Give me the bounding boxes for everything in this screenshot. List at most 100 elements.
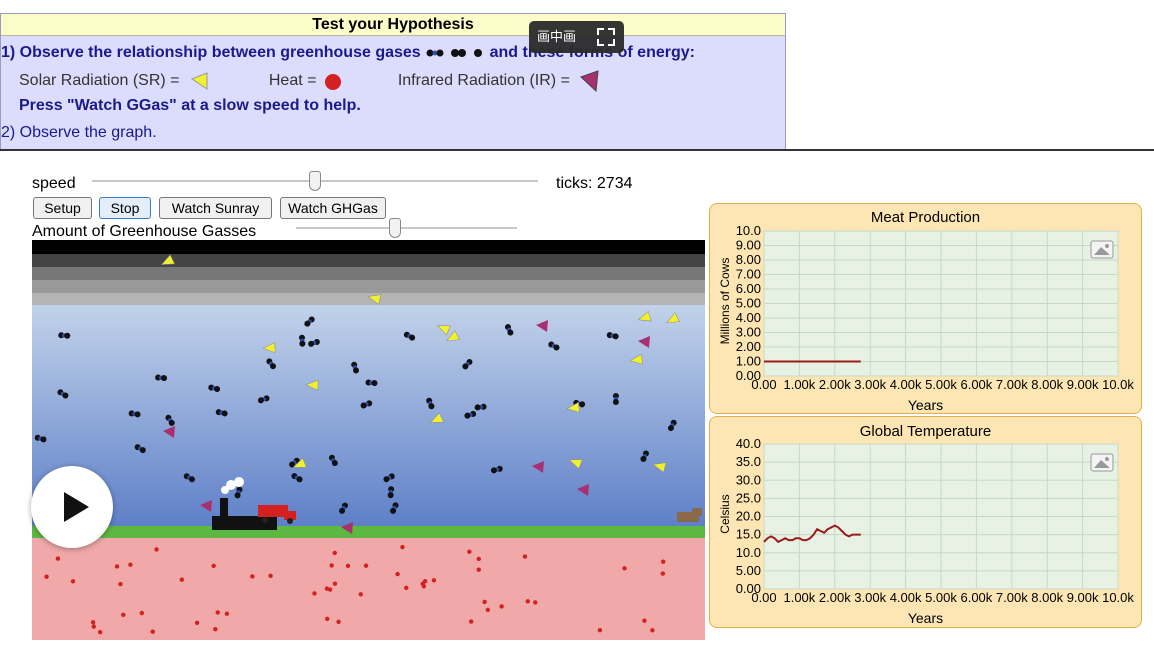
export-image-icon[interactable] xyxy=(1090,453,1114,472)
heat-particle xyxy=(268,573,273,579)
heat-particle xyxy=(179,577,185,582)
heat-particle xyxy=(97,629,103,635)
heat-label: Heat = xyxy=(268,72,317,90)
x-tick-label: 10.0k xyxy=(1102,377,1134,392)
hypothesis-panel: Test your Hypothesis 1) Observe the rela… xyxy=(0,13,786,150)
heat-particle xyxy=(525,599,531,604)
y-tick-label: 25.0 xyxy=(736,490,761,505)
global-temperature-xlabel: Years xyxy=(907,610,944,626)
heat-particle xyxy=(70,579,76,584)
heat-particle xyxy=(467,549,472,554)
y-tick-label: 20.0 xyxy=(736,509,761,524)
heat-particle xyxy=(404,585,409,591)
solar-radiation-label: Solar Radiation (SR) = xyxy=(19,72,180,90)
export-image-icon[interactable] xyxy=(1090,240,1114,259)
heat-particle xyxy=(128,562,133,567)
heat-particle xyxy=(91,624,96,629)
heat-particle xyxy=(336,619,341,624)
heat-particle xyxy=(118,581,123,587)
heat-particle xyxy=(642,618,647,623)
setup-button[interactable]: Setup xyxy=(33,197,92,219)
heat-particle xyxy=(250,574,255,579)
play-icon xyxy=(64,492,89,522)
heat-particle xyxy=(469,619,474,624)
heat-particle xyxy=(345,563,351,568)
meat-production-plot: Meat Production Millions of Cows 0.00 1.0… xyxy=(709,203,1142,414)
instruction-line-2: 2) Observe the graph. xyxy=(1,124,157,141)
heat-particle xyxy=(213,626,218,632)
x-tick-label: 10.0k xyxy=(1102,590,1134,605)
greenhouse-gas-molecule xyxy=(612,393,619,405)
heat-particle xyxy=(55,556,61,561)
heat-particle xyxy=(485,607,491,613)
greenhouse-slider[interactable] xyxy=(296,227,517,229)
heat-particle xyxy=(211,563,216,569)
y-tick-label: 10.0 xyxy=(736,223,761,238)
y-tick-label: 30.0 xyxy=(736,472,761,487)
heat-particle xyxy=(90,620,96,625)
infrared-radiation-label: Infrared Radiation (IR) = xyxy=(397,72,570,90)
y-tick-label: 35.0 xyxy=(736,454,761,469)
heat-particle xyxy=(363,563,369,568)
x-tick-label: 4.00k xyxy=(890,377,922,392)
x-tick-label: 8.00k xyxy=(1031,590,1063,605)
stop-button[interactable]: Stop xyxy=(99,197,151,219)
picture-in-picture-button[interactable]: 画中画 xyxy=(529,21,624,53)
x-tick-label: 2.00k xyxy=(819,590,851,605)
y-tick-label: 0.00 xyxy=(736,368,761,383)
pip-label: 画中画 xyxy=(537,29,577,44)
heat-particle xyxy=(395,571,400,577)
infrared-radiation-icon xyxy=(580,70,599,93)
speed-slider-thumb[interactable] xyxy=(309,171,321,191)
heat-particle xyxy=(224,611,230,616)
heat-particle xyxy=(476,567,481,572)
x-tick-label: 1.00k xyxy=(783,590,815,605)
global-temperature-chart: 0.00 1.00k 2.00k 3.00k 4.00k 5.00k 6.00k 7.00k 8… xyxy=(736,436,1135,605)
x-tick-label: 5.00k xyxy=(925,377,957,392)
x-tick-label: 3.00k xyxy=(854,590,886,605)
meat-production-xlabel: Years xyxy=(907,397,944,413)
heat-particle xyxy=(499,604,504,609)
x-tick-label: 9.00k xyxy=(1067,590,1099,605)
heat-particle xyxy=(114,564,120,569)
y-tick-label: 5.00 xyxy=(736,296,761,311)
y-tick-label: 8.00 xyxy=(736,252,761,267)
y-tick-label: 1.00 xyxy=(736,354,761,369)
x-tick-label: 1.00k xyxy=(783,377,815,392)
heat-particle xyxy=(431,578,437,583)
heat-particle xyxy=(215,610,220,615)
x-tick-label: 6.00k xyxy=(960,590,992,605)
heat-particle xyxy=(421,584,427,589)
greenhouse-slider-thumb[interactable] xyxy=(389,218,402,238)
greenhouse-slider-label: Amount of Greenhouse Gasses xyxy=(32,223,257,240)
watch-ghgas-button[interactable]: Watch GHGas xyxy=(280,197,386,219)
instruction-line-1-start: 1) Observe the relationship between gree… xyxy=(1,44,421,61)
energy-legend: Solar Radiation (SR) = Heat = Infrared R… xyxy=(19,70,600,93)
watch-sunray-button[interactable]: Watch Sunray xyxy=(159,197,272,219)
y-tick-label: 10.0 xyxy=(736,545,761,560)
y-tick-label: 15.0 xyxy=(736,527,761,542)
simulation-world[interactable] xyxy=(32,240,705,640)
heat-icon xyxy=(324,74,341,90)
play-button[interactable] xyxy=(31,466,113,548)
y-tick-label: 6.00 xyxy=(736,281,761,296)
heat-particle xyxy=(154,547,159,552)
heat-particle xyxy=(597,628,603,633)
x-tick-label: 9.00k xyxy=(1067,377,1099,392)
heat-particle xyxy=(358,592,363,597)
x-tick-label: 7.00k xyxy=(996,590,1028,605)
x-tick-label: 3.00k xyxy=(854,377,886,392)
y-tick-label: 9.00 xyxy=(736,238,761,253)
heat-particle xyxy=(150,629,155,634)
y-tick-label: 40.0 xyxy=(736,436,761,451)
x-tick-label: 5.00k xyxy=(925,590,957,605)
heat-particle xyxy=(332,550,337,556)
heat-particle xyxy=(329,563,334,568)
expand-icon xyxy=(597,28,615,46)
x-tick-label: 8.00k xyxy=(1031,377,1063,392)
y-tick-label: 5.00 xyxy=(736,563,761,578)
heat-particle xyxy=(332,581,338,586)
heat-particle xyxy=(324,586,330,591)
x-tick-label: 4.00k xyxy=(890,590,922,605)
heat-particle xyxy=(44,574,49,579)
